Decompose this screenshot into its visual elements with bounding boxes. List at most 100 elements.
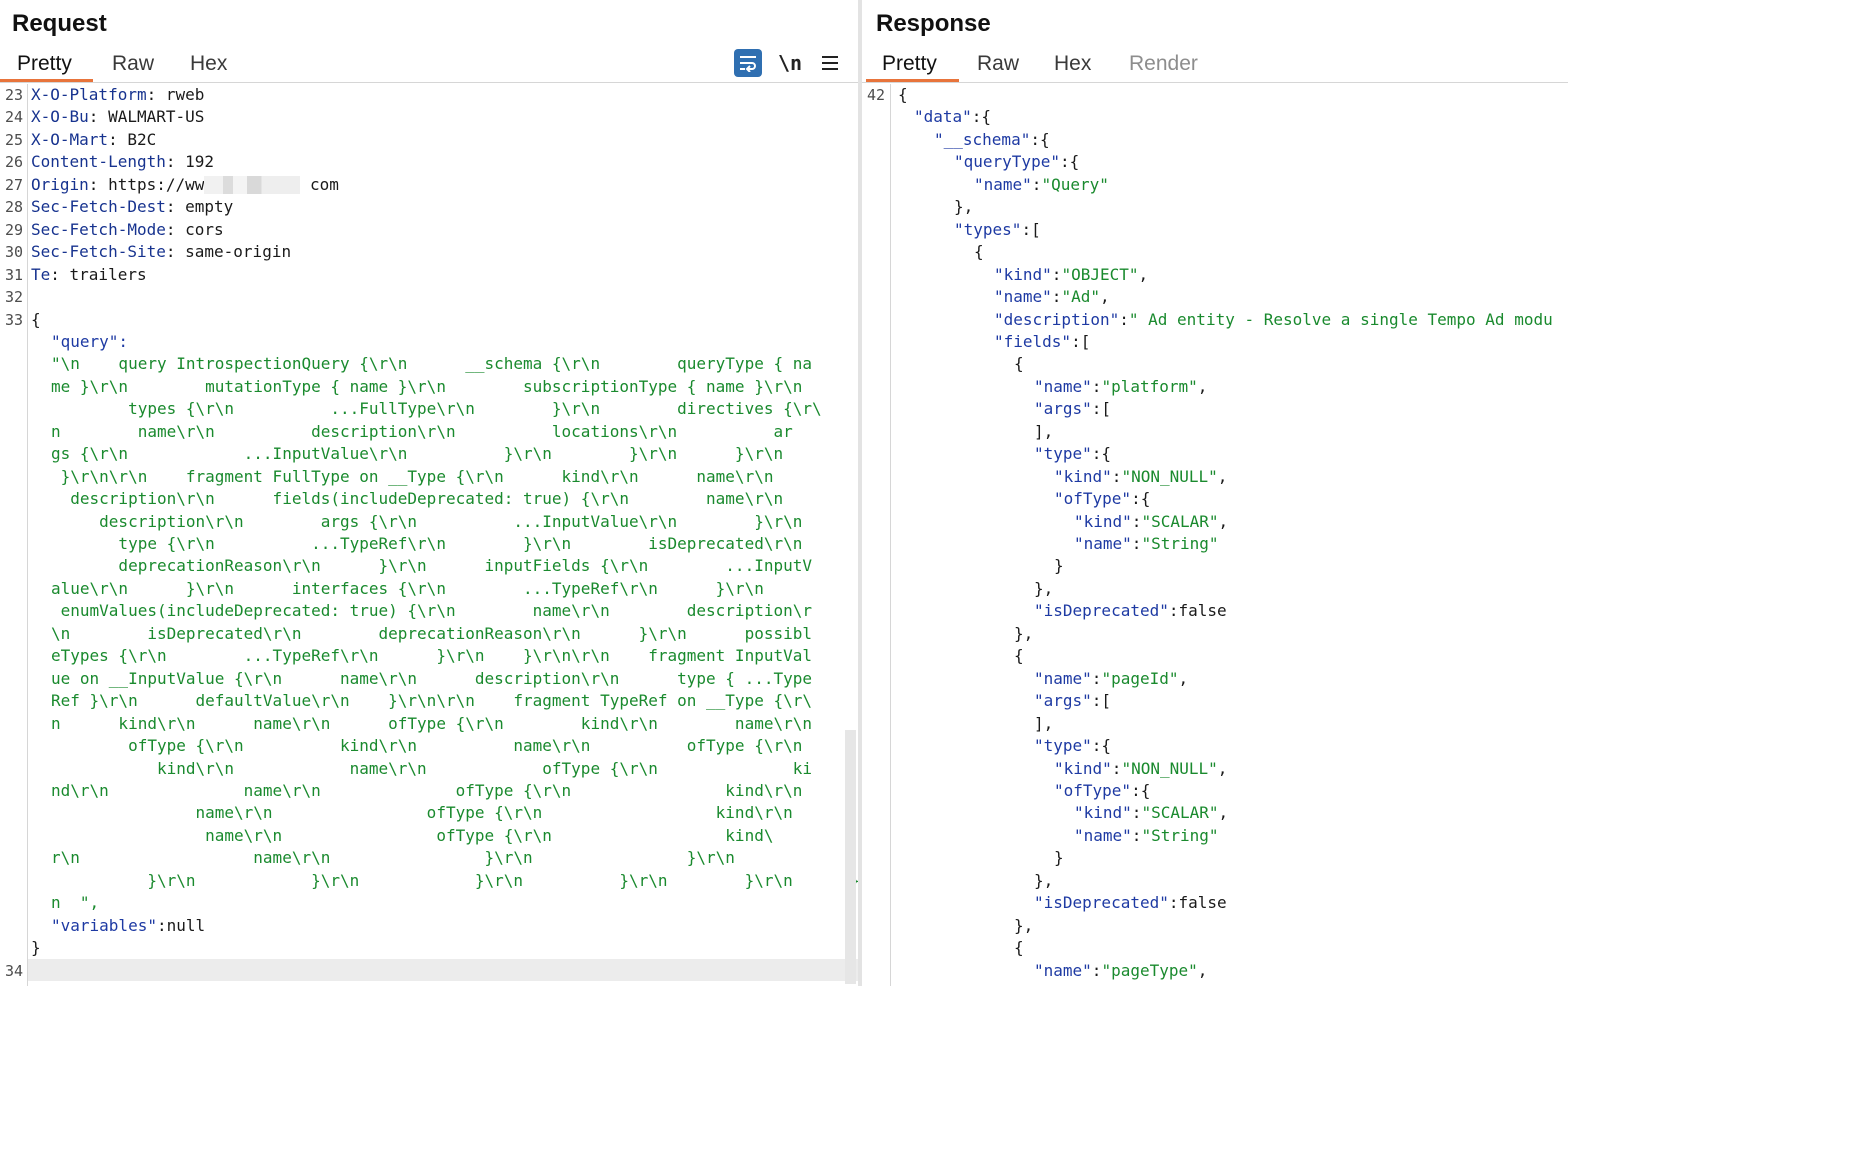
json-key: "ofType" — [1054, 780, 1132, 800]
header-name: Sec-Fetch-Mode — [31, 219, 166, 239]
response-tab-raw[interactable]: Raw — [977, 52, 1019, 76]
line-text: n ", — [31, 892, 858, 915]
line-text: "ofType":{ — [898, 780, 1568, 803]
json-key: "kind" — [1074, 803, 1132, 823]
json-string: nd\r\n name\r\n ofType {\r\n kind\r\n — [51, 780, 803, 800]
request-tab-raw[interactable]: Raw — [112, 52, 154, 76]
header-separator: : — [146, 85, 166, 104]
json-string: "SCALAR" — [1141, 803, 1219, 823]
code-line: Ref }\r\n defaultValue\r\n }\r\n\r\n fra… — [0, 690, 858, 713]
line-text: } — [898, 847, 1568, 870]
json-punctuation: , — [1217, 466, 1228, 486]
header-value: empty — [185, 197, 234, 217]
code-line: "name":"Ad", — [862, 286, 1568, 309]
code-line: { — [862, 645, 1568, 668]
json-punctuation: : — [1091, 668, 1102, 688]
header-separator: : — [165, 242, 186, 262]
line-text: "name":"pageId", — [898, 668, 1568, 691]
line-text: "query": — [31, 331, 858, 354]
line-text: "variables":null — [31, 915, 858, 938]
json-string: type {\r\n ...TypeRef\r\n }\r\n isDeprec… — [51, 534, 803, 553]
code-line: "name":"Query" — [862, 174, 1568, 197]
code-line: "name":"platform", — [862, 376, 1568, 399]
line-text: { — [898, 937, 1568, 960]
header-separator: : — [88, 174, 109, 194]
json-brace: } — [31, 938, 41, 958]
line-text: "data":{ — [898, 106, 1568, 129]
code-line: "isDeprecated":false — [862, 892, 1568, 915]
code-line: 32 — [0, 286, 858, 309]
json-key: "description" — [994, 309, 1120, 329]
json-punctuation: }, — [1014, 623, 1034, 643]
line-text: n name\r\n description\r\n locations\r\n… — [31, 421, 858, 444]
json-key: "types" — [954, 219, 1022, 239]
line-text: "isDeprecated":false — [898, 892, 1568, 915]
line-text: \n isDeprecated\r\n deprecationReason\r\… — [31, 623, 858, 646]
header-separator: : — [165, 219, 186, 239]
json-punctuation: :{ — [1091, 444, 1112, 464]
line-text: Ref }\r\n defaultValue\r\n }\r\n\r\n fra… — [31, 690, 858, 713]
line-number: 30 — [4, 243, 23, 262]
menu-icon[interactable] — [816, 49, 844, 77]
json-string: "pageId" — [1101, 668, 1179, 688]
code-line: "fields":[ — [862, 331, 1568, 354]
line-number: 42 — [866, 86, 885, 104]
show-newlines-toggle[interactable]: \n — [776, 49, 804, 77]
json-string: \n isDeprecated\r\n deprecationReason\r\… — [51, 623, 812, 643]
code-line: "ofType":{ — [862, 780, 1568, 803]
line-text: "kind":"SCALAR", — [898, 802, 1568, 825]
response-tab-hex[interactable]: Hex — [1054, 52, 1091, 76]
request-scrollbar[interactable] — [845, 730, 856, 984]
code-line: description\r\n fields(includeDeprecated… — [0, 488, 858, 511]
code-line: enumValues(includeDeprecated: true) {\r\… — [0, 600, 858, 623]
line-text: "queryType":{ — [898, 151, 1568, 174]
json-string: "SCALAR" — [1141, 511, 1219, 531]
json-punctuation: :{ — [1131, 780, 1151, 800]
header-value: rweb — [165, 85, 205, 104]
code-line: 29 Sec-Fetch-Mode: cors — [0, 219, 858, 242]
json-key: "kind" — [994, 264, 1052, 284]
code-line: "__schema":{ — [862, 129, 1568, 152]
request-editor[interactable]: 23 X-O-Platform: rweb 24 X-O-Bu: WALMART-US… — [0, 84, 858, 986]
line-number: 27 — [4, 175, 23, 194]
json-punctuation: :[ — [1021, 219, 1041, 239]
json-punctuation: : — [1131, 534, 1142, 553]
response-tab-render[interactable]: Render — [1129, 52, 1198, 76]
json-string: enumValues(includeDeprecated: true) {\r\… — [51, 601, 812, 621]
line-text: Te: trailers — [31, 264, 858, 287]
response-editor[interactable]: 42{"data":{"__schema":{"queryType":{"nam… — [862, 84, 1568, 986]
json-punctuation: : — [1131, 511, 1142, 531]
header-value: WALMART-US — [108, 107, 205, 127]
request-tab-pretty[interactable]: Pretty — [17, 52, 72, 76]
response-tab-pretty[interactable]: Pretty — [882, 52, 937, 76]
code-line: "name":"String" — [862, 533, 1568, 556]
json-punctuation: :{ — [1131, 489, 1151, 509]
code-line: "name":"pageType", — [862, 960, 1568, 983]
header-separator: : — [108, 129, 128, 149]
json-punctuation: : — [1051, 264, 1062, 284]
code-line: "variables":null — [0, 915, 858, 938]
line-text: "type":{ — [898, 443, 1568, 466]
json-string: "String" — [1141, 534, 1219, 553]
code-line: \n isDeprecated\r\n deprecationReason\r\… — [0, 623, 858, 646]
json-string: me }\r\n mutationType { name }\r\n subsc… — [51, 376, 803, 396]
line-text: "isDeprecated":false — [898, 600, 1568, 623]
json-key: "data" — [914, 107, 972, 127]
json-string: "Ad" — [1061, 287, 1100, 307]
line-text: Origin: https://ww com — [31, 174, 858, 197]
line-text: "description":" Ad entity - Resolve a si… — [898, 309, 1568, 332]
json-string: n name\r\n description\r\n locations\r\n… — [51, 421, 793, 441]
code-line: "kind":"NON_NULL", — [862, 758, 1568, 781]
json-punctuation: :[ — [1091, 691, 1112, 711]
request-tab-hex[interactable]: Hex — [190, 52, 227, 76]
json-key: "name" — [1034, 668, 1092, 688]
line-text: { — [31, 309, 858, 332]
line-text: "kind":"NON_NULL", — [898, 758, 1568, 781]
line-text: }, — [898, 623, 1568, 646]
line-text: n kind\r\n name\r\n ofType {\r\n kind\r\… — [31, 713, 858, 736]
word-wrap-toggle-icon[interactable] — [734, 49, 762, 77]
line-text: }\r\n }\r\n }\r\n }\r\n }\r\n }\r\ — [31, 870, 858, 893]
code-line: 42 { — [862, 84, 1568, 107]
json-string: description\r\n fields(includeDeprecated… — [51, 489, 784, 509]
response-title: Response — [876, 10, 991, 37]
